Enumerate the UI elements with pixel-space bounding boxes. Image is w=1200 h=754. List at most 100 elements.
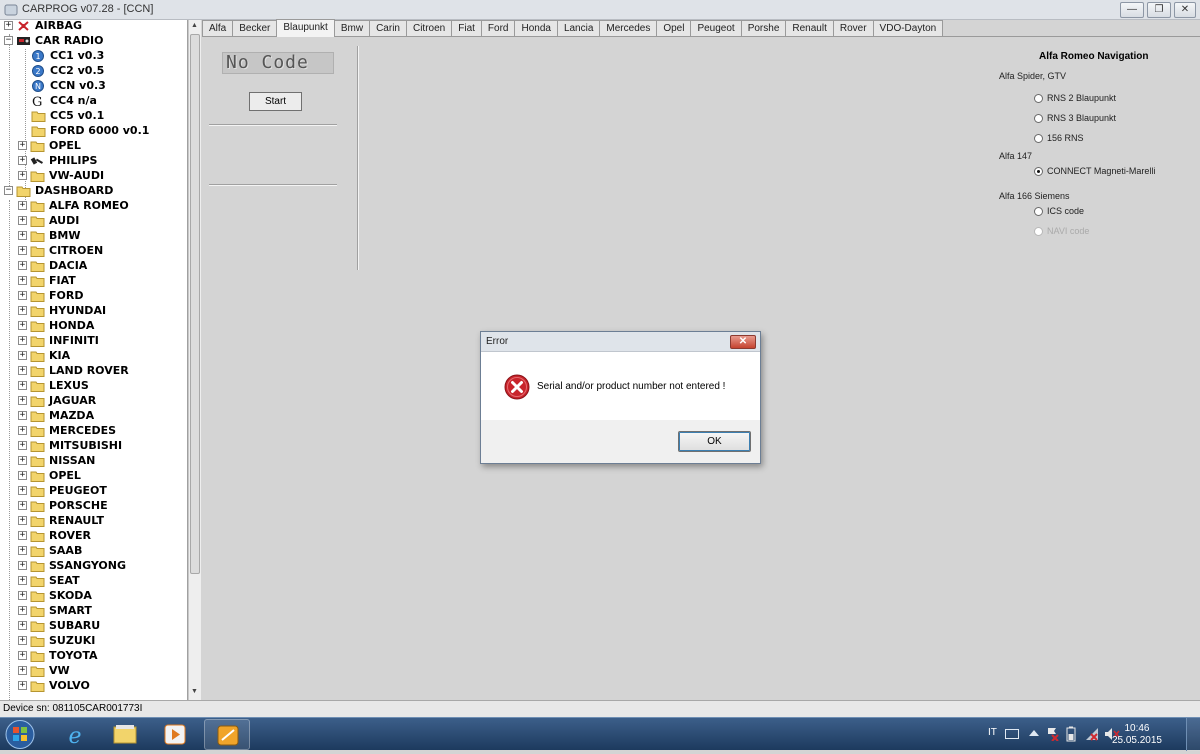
tab-rover[interactable]: Rover <box>832 20 874 37</box>
expand-icon[interactable]: + <box>18 651 27 660</box>
expand-icon[interactable]: + <box>18 366 27 375</box>
tab-lancia[interactable]: Lancia <box>556 20 601 37</box>
tree-node-dashboard-item[interactable]: + LEXUS <box>18 378 89 393</box>
collapse-icon[interactable]: − <box>4 36 13 45</box>
expand-icon[interactable]: + <box>18 381 27 390</box>
radio-ics-code[interactable]: ICS code <box>1034 206 1084 216</box>
radio-rns3[interactable]: RNS 3 Blaupunkt <box>1034 113 1116 123</box>
tree-node-ford-6000[interactable]: FORD 6000 v0.1 <box>31 123 149 138</box>
radio-circle[interactable] <box>1034 133 1043 143</box>
tree-node-cc5[interactable]: CC5 v0.1 <box>31 108 104 123</box>
tree-node-car-radio[interactable]: − CAR RADIO <box>4 33 103 48</box>
expand-icon[interactable]: + <box>18 201 27 210</box>
scroll-down-icon[interactable]: ▼ <box>191 688 198 695</box>
tree-node-dashboard-item[interactable]: + ROVER <box>18 528 91 543</box>
tree-node-airbag[interactable]: + AIRBAG <box>4 20 82 33</box>
expand-icon[interactable]: + <box>18 441 27 450</box>
expand-icon[interactable]: + <box>18 321 27 330</box>
expand-icon[interactable]: + <box>18 231 27 240</box>
system-clock[interactable]: 10:46 25.05.2015 <box>1112 723 1162 747</box>
scroll-thumb[interactable] <box>190 34 200 574</box>
tab-becker[interactable]: Becker <box>232 20 278 37</box>
taskbar-media-player[interactable] <box>152 719 198 750</box>
tab-bmw[interactable]: Bmw <box>333 20 371 37</box>
expand-icon[interactable]: + <box>18 216 27 225</box>
tree-node-dashboard-item[interactable]: + KIA <box>18 348 70 363</box>
tree-node-dashboard-item[interactable]: + HONDA <box>18 318 94 333</box>
tree-node-dashboard-item[interactable]: + SKODA <box>18 588 92 603</box>
tree-node-philips[interactable]: + PHILIPS <box>18 153 97 168</box>
keyboard-icon[interactable] <box>1005 729 1019 739</box>
tree-node-opel-radio[interactable]: + OPEL <box>18 138 81 153</box>
radio-circle[interactable] <box>1034 93 1043 103</box>
radio-connect[interactable]: CONNECT Magneti-Marelli <box>1034 166 1155 176</box>
tab-alfa[interactable]: Alfa <box>202 20 234 37</box>
tree-node-dashboard-item[interactable]: + NISSAN <box>18 453 95 468</box>
expand-icon[interactable]: + <box>18 336 27 345</box>
expand-icon[interactable]: + <box>18 261 27 270</box>
tree-scrollbar[interactable]: ▲ ▼ <box>188 20 201 700</box>
dialog-close-button[interactable]: ✕ <box>730 335 756 349</box>
restore-button[interactable]: ❐ <box>1147 2 1171 18</box>
tree-node-dashboard-item[interactable]: + FORD <box>18 288 83 303</box>
tab-peugeot[interactable]: Peugeot <box>690 20 742 37</box>
tree-node-cc2[interactable]: 2 CC2 v0.5 <box>31 63 104 78</box>
tree-node-dashboard-item[interactable]: + JAGUAR <box>18 393 96 408</box>
taskbar-explorer[interactable] <box>102 719 148 750</box>
minimize-button[interactable]: — <box>1120 2 1144 18</box>
taskbar-carprog[interactable] <box>204 719 250 750</box>
expand-icon[interactable]: + <box>18 501 27 510</box>
tab-citroen[interactable]: Citroen <box>405 20 453 37</box>
tree-node-dashboard-item[interactable]: + HYUNDAI <box>18 303 106 318</box>
close-window-button[interactable]: ✕ <box>1174 2 1196 18</box>
radio-circle-selected[interactable] <box>1034 166 1043 176</box>
tree-node-dashboard-item[interactable]: + ALFA ROMEO <box>18 198 129 213</box>
radio-circle[interactable] <box>1034 113 1043 123</box>
tree-node-dashboard-item[interactable]: + RENAULT <box>18 513 104 528</box>
tree-node-cc4[interactable]: G CC4 n/a <box>31 93 97 108</box>
tree-node-dashboard-item[interactable]: + VOLVO <box>18 678 90 693</box>
battery-icon[interactable] <box>1066 726 1076 742</box>
expand-icon[interactable]: + <box>18 246 27 255</box>
expand-icon[interactable]: + <box>18 426 27 435</box>
expand-icon[interactable]: + <box>18 171 27 180</box>
expand-icon[interactable]: + <box>18 306 27 315</box>
expand-icon[interactable]: + <box>18 606 27 615</box>
radio-rns2[interactable]: RNS 2 Blaupunkt <box>1034 93 1116 103</box>
expand-icon[interactable]: + <box>4 21 13 30</box>
ok-button[interactable]: OK <box>678 431 751 452</box>
tree-node-dashboard-item[interactable]: + DACIA <box>18 258 87 273</box>
tree-node-ccn[interactable]: N CCN v0.3 <box>31 78 106 93</box>
expand-icon[interactable]: + <box>18 681 27 690</box>
expand-icon[interactable]: + <box>18 411 27 420</box>
tree-node-dashboard-item[interactable]: + OPEL <box>18 468 81 483</box>
tab-fiat[interactable]: Fiat <box>451 20 482 37</box>
expand-icon[interactable]: + <box>18 666 27 675</box>
tree-node-cc1[interactable]: 1 CC1 v0.3 <box>31 48 104 63</box>
tray-arrow-icon[interactable] <box>1028 727 1040 741</box>
tab-ford[interactable]: Ford <box>480 20 516 37</box>
collapse-icon[interactable]: − <box>4 186 13 195</box>
expand-icon[interactable]: + <box>18 561 27 570</box>
tab-renault[interactable]: Renault <box>785 20 834 37</box>
tree-node-dashboard-item[interactable]: + SUBARU <box>18 618 100 633</box>
expand-icon[interactable]: + <box>18 486 27 495</box>
tab-vdo-dayton[interactable]: VDO-Dayton <box>872 20 944 37</box>
tab-blaupunkt[interactable]: Blaupunkt <box>276 19 335 37</box>
expand-icon[interactable]: + <box>18 396 27 405</box>
expand-icon[interactable]: + <box>18 456 27 465</box>
start-orb-icon[interactable] <box>4 719 36 750</box>
tab-carin[interactable]: Carin <box>369 20 407 37</box>
expand-icon[interactable]: + <box>18 276 27 285</box>
tree-node-dashboard[interactable]: − DASHBOARD <box>4 183 113 198</box>
expand-icon[interactable]: + <box>18 591 27 600</box>
expand-icon[interactable]: + <box>18 621 27 630</box>
tree-node-dashboard-item[interactable]: + SMART <box>18 603 92 618</box>
action-center-icon[interactable] <box>1045 727 1059 741</box>
tree-node-dashboard-item[interactable]: + CITROEN <box>18 243 103 258</box>
tree-node-dashboard-item[interactable]: + SEAT <box>18 573 80 588</box>
tree-node-dashboard-item[interactable]: + FIAT <box>18 273 76 288</box>
expand-icon[interactable]: + <box>18 636 27 645</box>
tab-honda[interactable]: Honda <box>514 20 558 37</box>
expand-icon[interactable]: + <box>18 156 27 165</box>
